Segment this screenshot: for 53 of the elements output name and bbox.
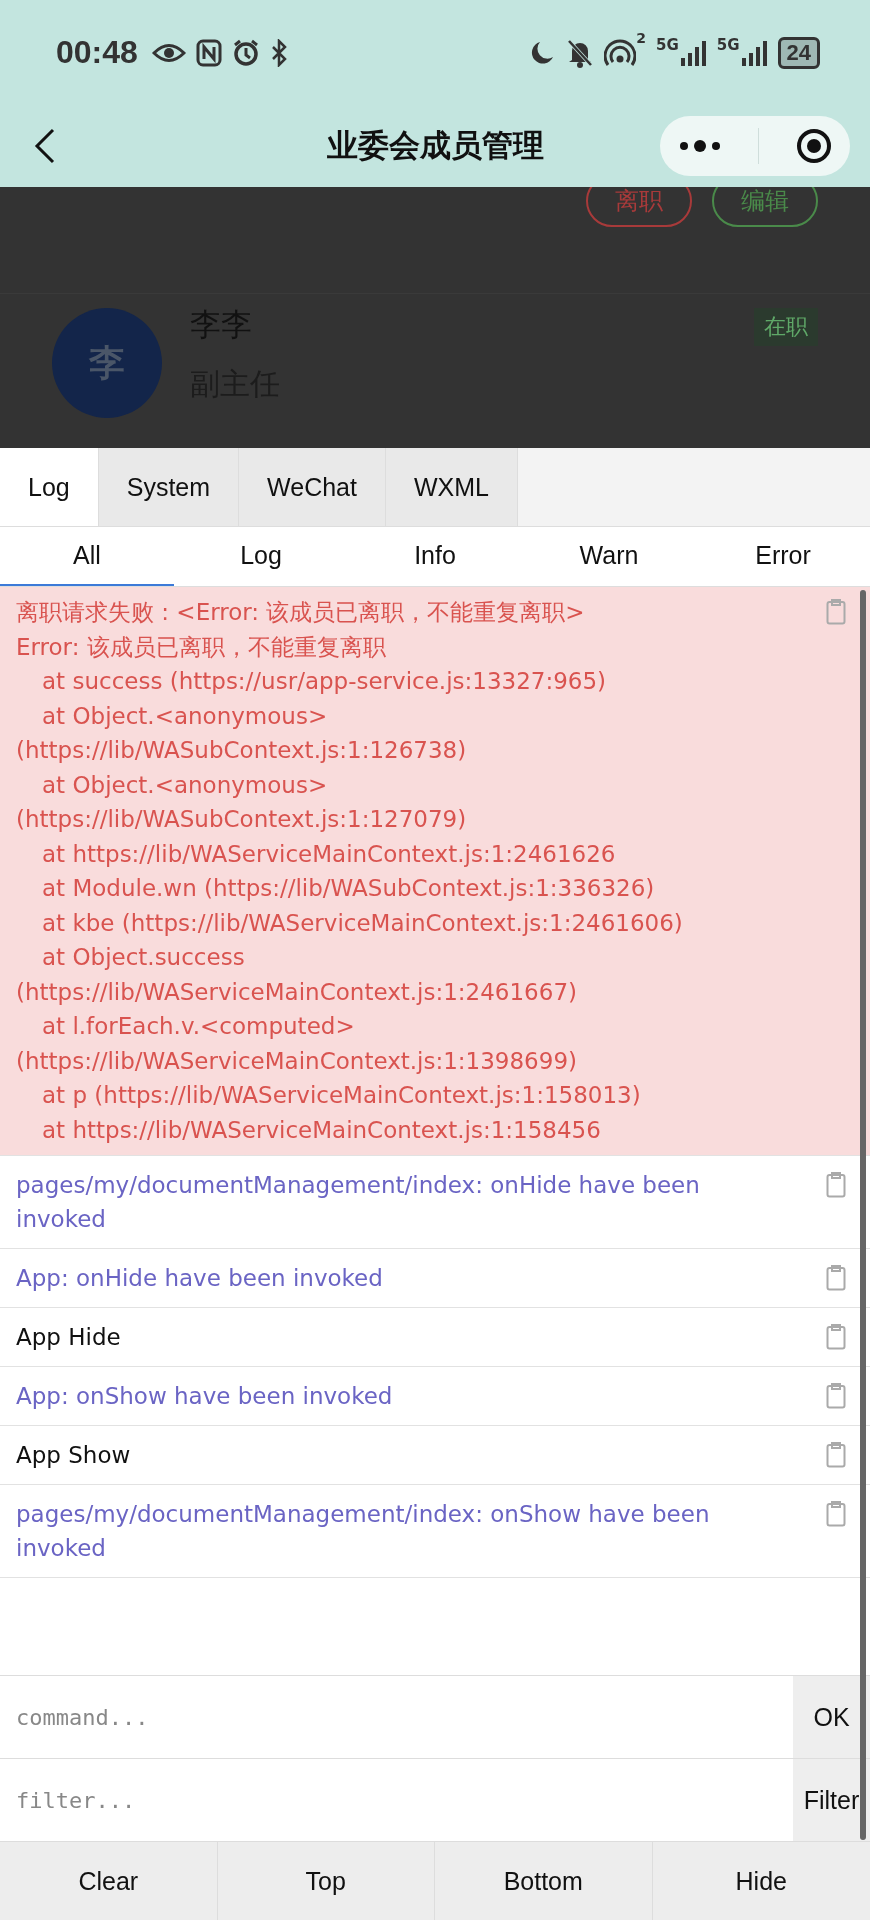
network-type: 5G xyxy=(656,36,679,54)
log-line: 离职请求失败 : <Error: 该成员已离职，不能重复离职> xyxy=(16,598,585,627)
hotspot-count: 2 xyxy=(636,30,646,46)
page-title: 业委会成员管理 xyxy=(326,126,544,165)
hotspot-icon xyxy=(604,38,637,67)
copy-icon[interactable] xyxy=(826,1442,846,1468)
log-line: at Object.<anonymous> xyxy=(41,770,328,800)
log-line: at kbe (https://lib/WAServiceMainContext.js:1:2461606) xyxy=(41,908,683,938)
signal-icon xyxy=(680,39,707,66)
status-time: 00:48 xyxy=(56,34,138,71)
console-tab[interactable]: WXML xyxy=(385,448,518,526)
log-line: (https://lib/WAServiceMainContext.js:1:1398699) xyxy=(16,1046,577,1076)
ok-button[interactable]: OK xyxy=(793,1676,870,1758)
log-line: at l.forEach.v.<computed> xyxy=(41,1012,355,1041)
log-message: App Hide xyxy=(16,1323,122,1352)
nfc-icon xyxy=(195,38,222,67)
scrollbar[interactable] xyxy=(860,590,866,1840)
log-line: (https://lib/WASubContext.js:1:127079) xyxy=(16,805,467,834)
log-line: at Module.wn (https://lib/WASubContext.js:1:336326) xyxy=(41,874,655,903)
signal-icon xyxy=(741,39,768,66)
bluetooth-icon xyxy=(269,38,288,67)
copy-icon[interactable] xyxy=(826,1501,846,1527)
log-message: App: onHide have been invoked xyxy=(16,1264,384,1293)
log-line: (https://lib/WASubContext.js:1:126738) xyxy=(16,736,467,765)
console-tab[interactable]: System xyxy=(98,448,240,526)
log-line: at Object.<anonymous> xyxy=(41,701,328,731)
network-type: 5G xyxy=(716,36,740,54)
log-message: pages/my/documentManagement/index: onShow have been invoked xyxy=(16,1500,711,1563)
log-line: at success (https://usr/app-service.js:13327:965) xyxy=(41,667,607,696)
log-line: (https://lib/WAServiceMainContext.js:1:2461667) xyxy=(16,977,577,1007)
battery-level: 24 xyxy=(777,36,820,69)
log-line: at https://lib/WAServiceMainContext.js:1:158456 xyxy=(41,1115,601,1145)
copy-icon[interactable] xyxy=(826,1383,846,1409)
log-line: Error: 该成员已离职，不能重复离职 xyxy=(16,632,386,662)
copy-icon[interactable] xyxy=(826,1265,846,1291)
log-message: App Show xyxy=(16,1441,132,1470)
copy-icon[interactable] xyxy=(826,599,846,625)
muted-bell-icon xyxy=(566,37,595,68)
console-tab[interactable]: Log xyxy=(0,448,99,526)
more-icon[interactable] xyxy=(678,140,721,152)
log-line: at p (https://lib/WAServiceMainContext.js:1:158013) xyxy=(41,1081,641,1110)
filter-button[interactable]: Filter xyxy=(793,1759,870,1841)
status-tag: 在职 xyxy=(754,308,818,346)
alarm-icon xyxy=(231,38,260,67)
copy-icon[interactable] xyxy=(826,1172,846,1198)
log-line: at Object.success xyxy=(41,943,245,972)
copy-icon[interactable] xyxy=(826,1324,846,1350)
log-message: App: onShow have been invoked xyxy=(16,1382,394,1411)
log-line: at https://lib/WAServiceMainContext.js:1:2461626 xyxy=(41,839,616,869)
back-icon[interactable] xyxy=(34,128,56,164)
log-message: pages/my/documentManagement/index: onHide have been invoked xyxy=(16,1171,701,1234)
console-tab[interactable]: WeChat xyxy=(239,448,386,526)
eye-icon xyxy=(151,41,186,64)
